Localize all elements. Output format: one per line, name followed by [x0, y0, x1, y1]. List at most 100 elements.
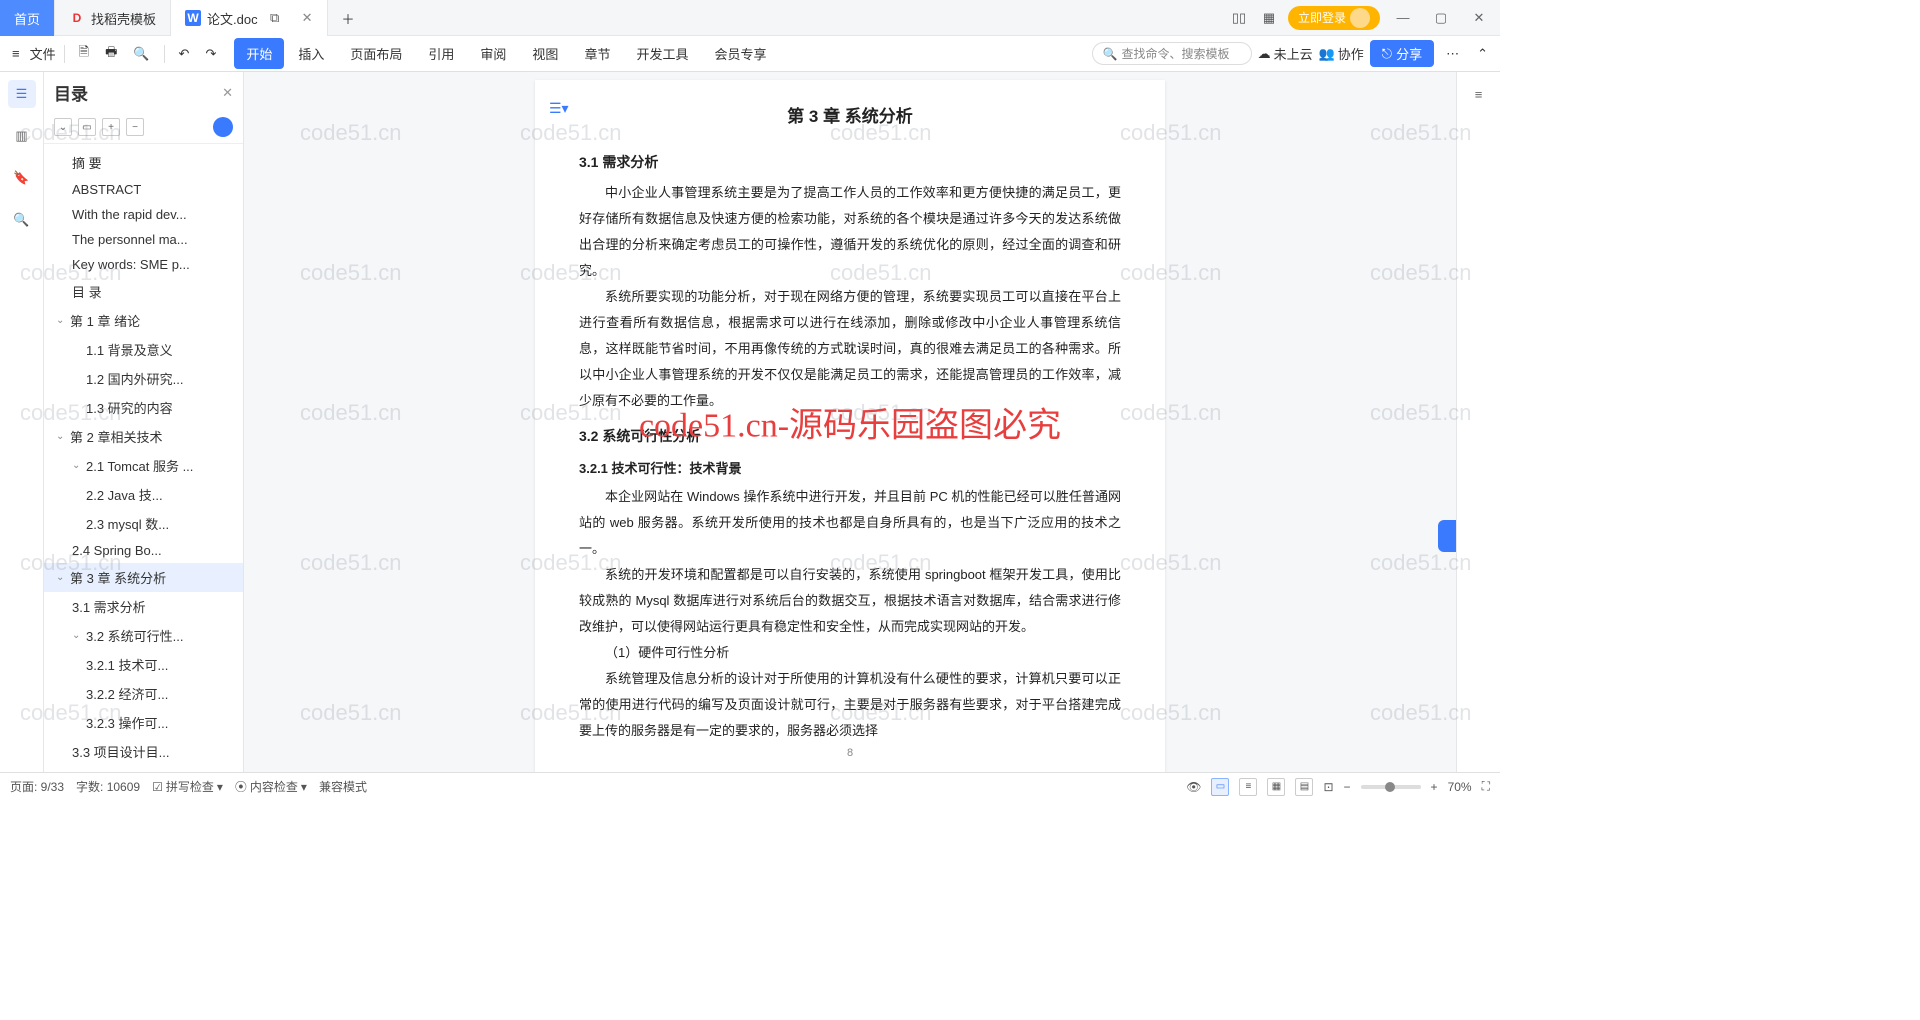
page-indicator[interactable]: 页面: 9/33 — [10, 778, 64, 795]
view-web-icon[interactable]: ▦ — [1267, 778, 1285, 796]
page-tools-icon[interactable]: ☰▾ — [549, 94, 569, 122]
outline-item[interactable]: 1.3 研究的内容 — [44, 393, 243, 422]
outline-item[interactable]: Key words: SME p... — [44, 252, 243, 277]
tab-templates[interactable]: D 找稻壳模板 — [55, 0, 171, 36]
thumbnail-view-icon[interactable]: ▥ — [8, 122, 36, 150]
fullscreen-icon[interactable]: ⛶ — [1482, 779, 1490, 794]
outline-item[interactable]: 3.2.2 经济可... — [44, 679, 243, 708]
zoom-value[interactable]: 70% — [1448, 780, 1472, 794]
zoom-in-icon[interactable]: + — [1431, 780, 1438, 794]
content-check[interactable]: ⦿内容检查▾ — [235, 778, 307, 795]
outline-item[interactable]: With the rapid dev... — [44, 202, 243, 227]
minus-icon[interactable]: − — [126, 118, 144, 136]
word-count[interactable]: 字数: 10609 — [76, 778, 140, 795]
menu-member[interactable]: 会员专享 — [702, 38, 778, 69]
menu-layout[interactable]: 页面布局 — [338, 38, 414, 69]
outline-item[interactable]: ⌄第 2 章相关技术 — [44, 422, 243, 451]
chevron-down-icon[interactable]: ⌄ — [72, 630, 82, 641]
view-read-icon[interactable]: ▤ — [1295, 778, 1313, 796]
chevron-down-icon[interactable]: ⌄ — [56, 315, 66, 326]
close-panel-icon[interactable]: ✕ — [222, 85, 233, 101]
menu-insert[interactable]: 插入 — [286, 38, 336, 69]
login-button[interactable]: 立即登录 — [1288, 6, 1380, 30]
menu-review[interactable]: 审阅 — [468, 38, 518, 69]
tab-home[interactable]: 首页 — [0, 0, 55, 36]
tab-document[interactable]: W 论文.doc ⧉ ✕ — [171, 0, 327, 36]
eye-icon[interactable]: 👁 — [1186, 780, 1201, 794]
menu-dev[interactable]: 开发工具 — [624, 38, 700, 69]
outline-item[interactable]: 3.2.3 操作可... — [44, 708, 243, 737]
outline-item[interactable]: ABSTRACT — [44, 177, 243, 202]
body-text: 系统的开发环境和配置都是可以自行安装的，系统使用 springboot 框架开发… — [579, 562, 1121, 640]
outline-item[interactable]: ⌄第 3 章 系统分析 — [44, 563, 243, 592]
bookmark-icon[interactable]: 🔖 — [8, 164, 36, 192]
file-menu[interactable]: 文件 — [30, 44, 56, 63]
outline-item[interactable]: 2.2 Java 技... — [44, 480, 243, 509]
apps-icon[interactable]: ▦ — [1258, 7, 1280, 29]
close-icon[interactable]: ✕ — [302, 10, 313, 26]
status-bar: 页面: 9/33 字数: 10609 ☑拼写检查▾ ⦿内容检查▾ 兼容模式 👁 … — [0, 772, 1500, 800]
outline-item-label: 目 录 — [72, 282, 102, 301]
chevron-down-icon[interactable]: ⌄ — [56, 572, 66, 583]
chat-icon[interactable] — [213, 117, 233, 137]
outline-item[interactable]: 2.4 Spring Bo... — [44, 538, 243, 563]
word-icon: W — [185, 10, 201, 26]
level-icon[interactable]: ▭ — [78, 118, 96, 136]
outline-item[interactable]: 摘 要 — [44, 148, 243, 177]
undo-icon[interactable]: ↶ — [173, 42, 196, 66]
outline-item[interactable]: ⌄3.2 系统可行性... — [44, 621, 243, 650]
share-button[interactable]: ⎋分享 — [1370, 40, 1434, 67]
zoom-slider[interactable] — [1361, 785, 1421, 789]
menu-start[interactable]: 开始 — [234, 38, 284, 69]
preview-icon[interactable]: 🔍 — [127, 42, 155, 66]
subsection-heading: 3.2.1 技术可行性：技术背景 — [579, 456, 1121, 482]
compat-mode[interactable]: 兼容模式 — [319, 778, 367, 795]
outline-item[interactable]: ⌄3.4 系统流程分... — [44, 766, 243, 772]
plus-icon[interactable]: + — [102, 118, 120, 136]
outline-item[interactable]: 1.1 背景及意义 — [44, 335, 243, 364]
section-heading: 3.1 需求分析 — [579, 148, 1121, 176]
find-icon[interactable]: 🔍 — [8, 206, 36, 234]
outline-view-icon[interactable]: ☰ — [8, 80, 36, 108]
view-page-icon[interactable]: ▭ — [1211, 778, 1229, 796]
menu-view[interactable]: 视图 — [520, 38, 570, 69]
outline-item[interactable]: ⌄第 1 章 绪论 — [44, 306, 243, 335]
tab-menu-icon[interactable]: ⧉ — [264, 7, 286, 29]
tab-add[interactable]: ＋ — [328, 0, 369, 36]
close-button[interactable]: ✕ — [1464, 3, 1494, 33]
menu-chapter[interactable]: 章节 — [572, 38, 622, 69]
save-icon[interactable]: 🗎 — [73, 39, 95, 69]
section-heading: 3.2 系统可行性分析 — [579, 422, 1121, 450]
layout-icon[interactable]: ▯▯ — [1228, 7, 1250, 29]
coop-button[interactable]: 👥协作 — [1319, 44, 1364, 63]
outline-item[interactable]: 目 录 — [44, 277, 243, 306]
side-handle[interactable] — [1438, 520, 1456, 552]
outline-item[interactable]: The personnel ma... — [44, 227, 243, 252]
collapse-all-icon[interactable]: ⌄ — [54, 118, 72, 136]
collapse-ribbon-icon[interactable]: ⌃ — [1471, 42, 1494, 66]
redo-icon[interactable]: ↷ — [199, 42, 222, 66]
maximize-button[interactable]: ▢ — [1426, 3, 1456, 33]
outline-item[interactable]: 3.3 项目设计目... — [44, 737, 243, 766]
search-input[interactable]: 🔍 查找命令、搜索模板 — [1092, 42, 1252, 65]
hamburger-icon[interactable]: ≡ — [6, 42, 26, 65]
print-icon[interactable]: 🖶 — [99, 39, 123, 69]
view-outline-icon[interactable]: ≡ — [1239, 778, 1257, 796]
minimize-button[interactable]: — — [1388, 3, 1418, 33]
chevron-down-icon[interactable]: ⌄ — [56, 431, 66, 442]
zoom-out-icon[interactable]: − — [1344, 780, 1351, 794]
outline-item[interactable]: 3.2.1 技术可... — [44, 650, 243, 679]
panel-toggle-icon[interactable]: ≡ — [1465, 80, 1493, 108]
menu-ref[interactable]: 引用 — [416, 38, 466, 69]
zoom-fit-icon[interactable]: ⊡ — [1323, 780, 1333, 794]
outline-item[interactable]: ⌄2.1 Tomcat 服务 ... — [44, 451, 243, 480]
more-icon[interactable]: ⋯ — [1440, 42, 1465, 66]
document-area[interactable]: ☰▾ 第 3 章 系统分析 3.1 需求分析 中小企业人事管理系统主要是为了提高… — [244, 72, 1456, 772]
chevron-down-icon[interactable]: ⌄ — [72, 460, 82, 471]
outline-item[interactable]: 1.2 国内外研究... — [44, 364, 243, 393]
cloud-status[interactable]: ☁未上云 — [1258, 44, 1313, 63]
outline-item[interactable]: 3.1 需求分析 — [44, 592, 243, 621]
spell-check[interactable]: ☑拼写检查▾ — [152, 778, 223, 795]
outline-item[interactable]: 2.3 mysql 数... — [44, 509, 243, 538]
outline-item-label: 2.3 mysql 数... — [86, 514, 169, 533]
